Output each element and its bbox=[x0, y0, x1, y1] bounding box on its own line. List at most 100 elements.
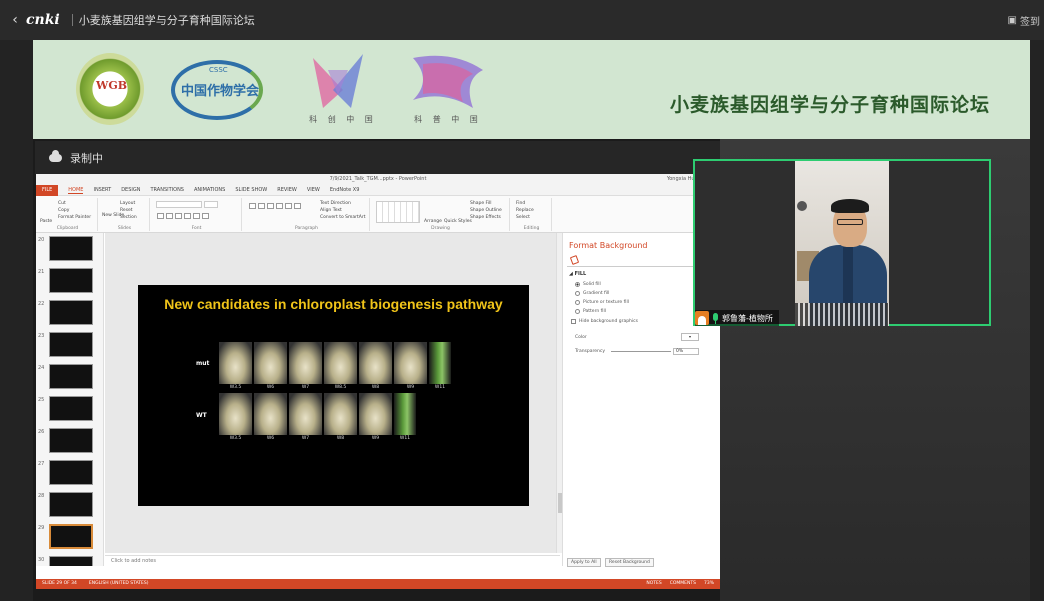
pattern-fill-option[interactable]: Pattern fill bbox=[575, 309, 606, 314]
slide-thumbnail-pane[interactable]: 20 21 22 23 24 25 26 27 28 29 30 bbox=[36, 233, 104, 566]
transparency-input[interactable]: 0% bbox=[673, 348, 699, 355]
reset-background-button[interactable]: Reset Background bbox=[605, 558, 654, 567]
shadow-button[interactable] bbox=[193, 213, 200, 219]
font-color-button[interactable] bbox=[202, 213, 209, 219]
format-painter-button[interactable]: Format Painter bbox=[58, 214, 91, 221]
slide-thumbnail[interactable]: 27 bbox=[36, 457, 103, 489]
checkin-button[interactable]: ▣ 签到 bbox=[1008, 13, 1040, 28]
thumbnail-preview[interactable] bbox=[49, 524, 93, 549]
cut-button[interactable]: Cut bbox=[58, 200, 66, 207]
reset-button[interactable]: Reset bbox=[120, 207, 133, 214]
shape-effects-button[interactable]: Shape Effects bbox=[470, 214, 501, 221]
align-left-button[interactable] bbox=[276, 203, 283, 209]
picture-fill-option[interactable]: Picture or texture fill bbox=[575, 300, 629, 305]
tab-file[interactable]: FILE bbox=[36, 184, 59, 196]
strikethrough-button[interactable] bbox=[184, 213, 191, 219]
slide-thumbnail[interactable]: 25 bbox=[36, 393, 103, 425]
spike-photo bbox=[289, 342, 322, 384]
thumbnail-preview[interactable] bbox=[49, 492, 93, 517]
indent-button[interactable] bbox=[267, 203, 274, 209]
notes-pane[interactable]: Click to add notes bbox=[105, 555, 560, 566]
tab-endnote[interactable]: EndNote X9 bbox=[330, 187, 360, 193]
current-slide[interactable]: New candidates in chloroplast biogenesis… bbox=[138, 285, 529, 506]
microphone-icon bbox=[712, 312, 719, 324]
transparency-slider[interactable] bbox=[611, 351, 671, 352]
thumbnail-preview[interactable] bbox=[49, 268, 93, 293]
notes-toggle[interactable]: NOTES bbox=[646, 579, 661, 589]
tab-animations[interactable]: ANIMATIONS bbox=[194, 187, 225, 193]
text-direction-button[interactable]: Text Direction bbox=[320, 200, 351, 207]
paste-button[interactable]: Paste bbox=[40, 218, 52, 225]
color-picker-button[interactable]: ▾ bbox=[681, 333, 699, 341]
bullets-button[interactable] bbox=[249, 203, 256, 209]
quick-styles-button[interactable]: Quick Styles bbox=[444, 218, 472, 225]
solid-fill-option[interactable]: Solid fill bbox=[575, 282, 601, 287]
tab-review[interactable]: REVIEW bbox=[277, 187, 297, 193]
slide-thumbnail[interactable]: 23 bbox=[36, 329, 103, 361]
ppt-ribbon: Paste Cut Copy Format Painter Clipboard … bbox=[36, 196, 720, 233]
align-center-button[interactable] bbox=[285, 203, 292, 209]
replace-button[interactable]: Replace bbox=[516, 207, 534, 214]
align-right-button[interactable] bbox=[294, 203, 301, 209]
italic-button[interactable] bbox=[166, 213, 173, 219]
science-communication-caption: 科 普 中 国 bbox=[414, 115, 482, 124]
convert-smartart-button[interactable]: Convert to SmartArt bbox=[320, 214, 365, 221]
shapes-gallery[interactable] bbox=[376, 201, 420, 223]
section-button[interactable]: Section bbox=[120, 214, 137, 221]
slide-thumbnail[interactable]: 24 bbox=[36, 361, 103, 393]
numbering-button[interactable] bbox=[258, 203, 265, 209]
find-button[interactable]: Find bbox=[516, 200, 525, 207]
arrange-button[interactable]: Arrange bbox=[424, 218, 442, 225]
tab-home[interactable]: HOME bbox=[68, 187, 84, 194]
mut-photo-row bbox=[219, 342, 451, 384]
shape-outline-button[interactable]: Shape Outline bbox=[470, 207, 502, 214]
shape-fill-button[interactable]: Shape Fill bbox=[470, 200, 492, 207]
font-label: Font bbox=[191, 226, 202, 231]
zoom-level[interactable]: 73% bbox=[704, 579, 714, 589]
thumbnail-preview[interactable] bbox=[49, 396, 93, 421]
gradient-fill-option[interactable]: Gradient fill bbox=[575, 291, 609, 296]
ribbon-group-drawing: Arrange Quick Styles Shape Fill Shape Ou… bbox=[372, 198, 510, 231]
thumbnail-preview[interactable] bbox=[49, 300, 93, 325]
slide-thumbnail[interactable]: 28 bbox=[36, 489, 103, 521]
apply-to-all-button[interactable]: Apply to All bbox=[567, 558, 601, 567]
tab-view[interactable]: VIEW bbox=[307, 187, 320, 193]
hide-graphics-checkbox[interactable]: Hide background graphics bbox=[571, 319, 638, 324]
tab-slideshow[interactable]: SLIDE SHOW bbox=[235, 187, 267, 193]
slide-thumbnail[interactable]: 29 bbox=[36, 521, 103, 553]
thumbnail-preview[interactable] bbox=[49, 428, 93, 453]
slides-label: Slides bbox=[117, 226, 132, 231]
stage-label: W3.5 bbox=[229, 436, 242, 441]
layout-button[interactable]: Layout bbox=[120, 200, 135, 207]
back-icon[interactable]: ‹ bbox=[4, 12, 26, 28]
language-indicator[interactable]: ENGLISH (UNITED STATES) bbox=[89, 579, 149, 589]
font-name-box[interactable] bbox=[156, 201, 202, 208]
select-button[interactable]: Select bbox=[516, 214, 530, 221]
color-label: Color bbox=[575, 335, 587, 340]
thumbnail-preview[interactable] bbox=[49, 332, 93, 357]
copy-button[interactable]: Copy bbox=[58, 207, 69, 214]
bold-button[interactable] bbox=[157, 213, 164, 219]
ppt-status-bar: SLIDE 29 OF 34 ENGLISH (UNITED STATES) N… bbox=[36, 579, 720, 589]
slide-thumbnail[interactable]: 26 bbox=[36, 425, 103, 457]
thumbnail-preview[interactable] bbox=[49, 556, 93, 566]
font-size-box[interactable] bbox=[204, 201, 218, 208]
slide-thumbnail[interactable]: 20 bbox=[36, 233, 103, 265]
slide-thumbnail[interactable]: 30 bbox=[36, 553, 103, 566]
speaker-video-tile[interactable]: 郭鲁藩-植物所 bbox=[693, 159, 991, 326]
thumbnail-preview[interactable] bbox=[49, 236, 93, 261]
underline-button[interactable] bbox=[175, 213, 182, 219]
slide-thumbnail[interactable]: 21 bbox=[36, 265, 103, 297]
slide-thumbnail[interactable]: 22 bbox=[36, 297, 103, 329]
recording-bar: 录制中 bbox=[35, 141, 720, 174]
tab-transitions[interactable]: TRANSITIONS bbox=[150, 187, 184, 193]
paint-bucket-icon[interactable] bbox=[569, 255, 580, 265]
thumbnail-preview[interactable] bbox=[49, 460, 93, 485]
fill-section-header[interactable]: ◢ FILL bbox=[569, 271, 586, 277]
slide-editing-area: New candidates in chloroplast biogenesis… bbox=[105, 233, 560, 553]
tab-design[interactable]: DESIGN bbox=[121, 187, 140, 193]
tab-insert[interactable]: INSERT bbox=[93, 187, 111, 193]
align-text-button[interactable]: Align Text bbox=[320, 207, 342, 214]
comments-toggle[interactable]: COMMENTS bbox=[670, 579, 696, 589]
thumbnail-preview[interactable] bbox=[49, 364, 93, 389]
